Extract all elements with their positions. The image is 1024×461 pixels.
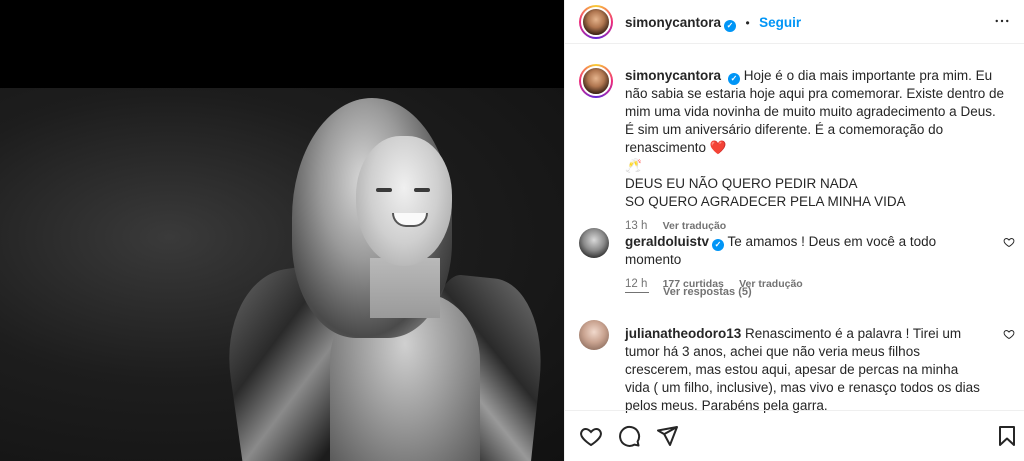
verified-badge-icon: ✓ — [724, 20, 737, 32]
photo-eye-left — [376, 188, 392, 192]
caption-line: um aniversário diferente. É a comemoraçã… — [625, 122, 944, 155]
caption-text: simonycantora ✓ Hoje é o dia mais importa… — [625, 67, 1005, 235]
separator-dot: • — [745, 16, 750, 30]
view-replies-label: Ver respostas (5) — [663, 286, 752, 298]
verified-badge-icon: ✓ — [712, 239, 725, 251]
post-media[interactable] — [0, 0, 564, 461]
post-sidebar: simonycantora ✓ • Seguir simonycantora ✓ H… — [564, 0, 1024, 461]
caption-line: SO QUERO AGRADECER PELA MINHA VIDA — [625, 194, 906, 209]
commenter-avatar[interactable] — [579, 320, 609, 350]
share-icon[interactable] — [655, 424, 679, 448]
commenter-username[interactable]: geraldoluistv — [625, 234, 709, 249]
replies-divider — [625, 291, 649, 293]
photo-eye-right — [414, 188, 430, 192]
heart-icon[interactable] — [1003, 328, 1015, 340]
post-photo[interactable] — [0, 88, 564, 461]
post-header: simonycantora ✓ • Seguir — [565, 0, 1024, 44]
heart-icon[interactable] — [1003, 236, 1015, 248]
bookmark-icon[interactable] — [995, 424, 1019, 448]
verified-badge-icon: ✓ — [728, 73, 741, 85]
view-replies-button[interactable]: Ver respostas (5) — [625, 286, 752, 298]
caption-translate-link[interactable]: Ver tradução — [663, 220, 727, 232]
photo-face — [356, 136, 452, 266]
caption-timestamp[interactable]: 13 h — [625, 220, 647, 232]
author-username[interactable]: simonycantora — [625, 15, 721, 30]
heart-emoji-icon: ❤️ — [709, 140, 727, 155]
comment-text: geraldoluistv ✓ Te amamos ! Deus em você … — [625, 233, 985, 293]
commenter-avatar[interactable] — [579, 228, 609, 258]
follow-button[interactable]: Seguir — [759, 15, 801, 30]
commenter-username[interactable]: julianatheodoro13 — [625, 326, 741, 341]
toast-emoji-icon: 🥂 — [625, 158, 642, 173]
author-avatar[interactable] — [579, 5, 613, 39]
caption-username[interactable]: simonycantora — [625, 68, 721, 83]
author-line: simonycantora ✓ • Seguir — [625, 14, 801, 32]
caption-author-avatar[interactable] — [579, 64, 613, 98]
comment-icon[interactable] — [617, 424, 641, 448]
photo-neck — [370, 258, 440, 318]
comment-text: julianatheodoro13 Renascimento é a palav… — [625, 325, 985, 415]
more-horizontal-icon[interactable] — [993, 12, 1011, 30]
heart-icon[interactable] — [579, 424, 603, 448]
post-action-bar — [565, 410, 1024, 461]
caption-line: DEUS EU NÃO QUERO PEDIR NADA — [625, 176, 858, 191]
